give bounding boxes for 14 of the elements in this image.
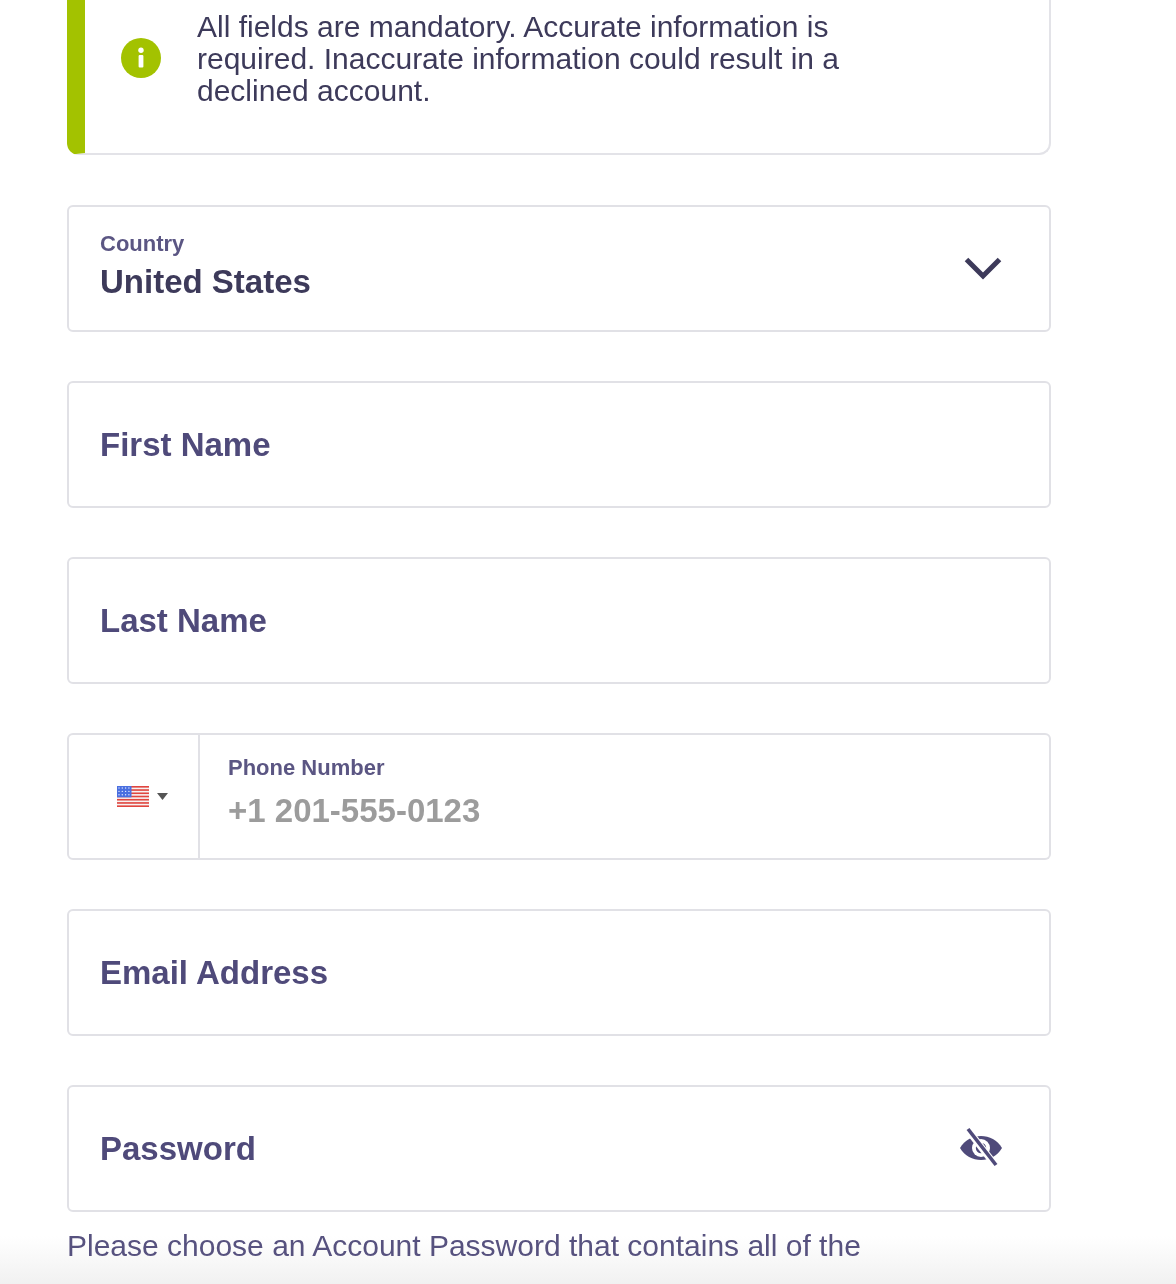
info-icon [121, 38, 161, 78]
dropdown-field[interactable]: Country United States [67, 205, 1051, 332]
caret-down-icon [157, 793, 168, 800]
chevron-down-icon [963, 255, 1003, 282]
password-field[interactable]: Password [67, 1085, 1051, 1212]
field-label: Phone Number [228, 754, 385, 782]
password-hint: Please choose an Account Password that contains all of the [67, 1230, 862, 1262]
country-code-button[interactable] [67, 733, 200, 860]
text-field[interactable]: First Name [67, 381, 1051, 508]
text-field[interactable]: Email Address [67, 909, 1051, 1036]
text-field[interactable]: Last Name [67, 557, 1051, 684]
eye-slash-icon[interactable] [959, 1127, 1003, 1167]
alert-message: All fields are mandatory. Accurate information is required. Inaccurate information could result in a declined account. [197, 11, 840, 107]
flag-icon [117, 786, 149, 807]
